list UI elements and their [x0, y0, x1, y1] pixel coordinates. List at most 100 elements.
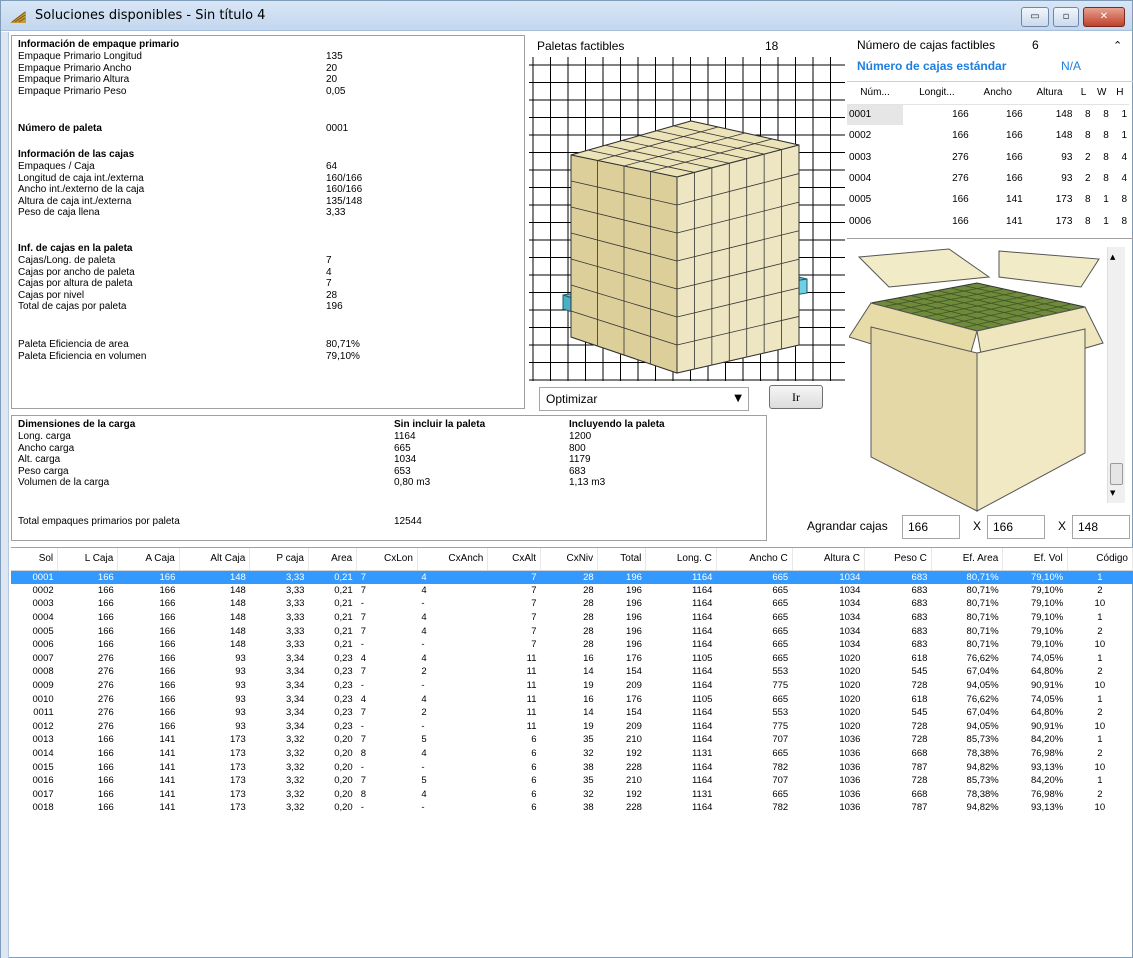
cases-row[interactable]: 0004 276 166 93 2 8 4 [847, 168, 1129, 189]
solution-cell: 10 [1094, 720, 1106, 732]
solutions-col-header[interactable]: Peso C [864, 548, 932, 571]
optimize-select[interactable]: Optimizar ▼ [539, 387, 749, 411]
cases-row[interactable]: 0003 276 166 93 2 8 4 [847, 147, 1129, 168]
solution-row[interactable]: 0016 166 141 173 3,32 0,20 7 5 6 35 210 1164 707 1036… [11, 774, 1133, 788]
solution-row[interactable]: 0012 276 166 93 3,34 0,23- -11 19 209 1164 775 1020… [11, 720, 1133, 734]
solution-cell: 3,34 [285, 652, 305, 664]
pallet-number-value: 0001 [326, 123, 349, 134]
solution-cell: 2 [1097, 788, 1103, 800]
solutions-col-header[interactable]: CxAnch [417, 548, 489, 571]
solution-row[interactable]: 0013 166 141 173 3,32 0,20 7 5 6 35 210 1164 707 1036… [11, 733, 1133, 747]
cases-col-header[interactable]: W [1092, 82, 1111, 105]
cases-col-header[interactable]: H [1110, 82, 1129, 105]
cases-row[interactable]: 0002 166 166 148 8 8 1 [847, 125, 1129, 146]
cases-col-header[interactable]: Núm... [847, 82, 904, 105]
solutions-col-header[interactable]: CxNiv [540, 548, 599, 571]
solutions-col-header[interactable]: Ef. Area [931, 548, 1004, 571]
cases-list: Núm... Longit... Ancho Altura L W H 0001 166 166… [847, 81, 1133, 239]
solution-row[interactable]: 0018 166 141 173 3,32 0,20- -6 38 228 1164 782 1036… [11, 801, 1133, 815]
scroll-thumb[interactable] [1110, 463, 1123, 485]
solution-cell: 196 [626, 598, 642, 610]
solution-row[interactable]: 0014 166 141 173 3,32 0,20 8 4 6 32 192 1131 665 1036… [11, 747, 1133, 761]
solution-cell: 3,32 [285, 761, 305, 773]
solutions-col-header[interactable]: Long. C [645, 548, 717, 571]
info-value: 20 [326, 62, 338, 74]
go-button[interactable]: Ir [769, 385, 823, 409]
solution-row[interactable]: 0003 166 166 148 3,33 0,21- -7 28 196 1164 665 1034… [11, 597, 1133, 611]
solution-row[interactable]: 0015 166 141 173 3,32 0,20- -6 38 228 1164 782 1036… [11, 760, 1133, 774]
solution-cell: 6 [531, 761, 537, 773]
info-label: Ancho int./externo de la caja [18, 184, 145, 195]
solution-cell: 0,20 [334, 734, 353, 746]
solution-cell: 166 [97, 788, 114, 800]
solutions-col-header[interactable]: A Caja [117, 548, 180, 571]
load-value-without: 0,80 m3 [394, 477, 431, 488]
load-dimensions-panel: Dimensiones de la carga Sin incluir la p… [11, 415, 767, 541]
solution-row[interactable]: 0002 166 166 148 3,33 0,21 7 4 7 28 196 1164 665 1034… [11, 584, 1133, 598]
solution-cell: 2 [421, 666, 427, 678]
solution-cell: 0007 [32, 652, 54, 664]
cases-col-header[interactable]: L [1074, 82, 1093, 105]
solution-cell: 16 [583, 693, 594, 705]
solution-cell: 545 [911, 666, 928, 678]
solutions-col-header[interactable]: Alt Caja [179, 548, 251, 571]
solution-cell: 0017 [32, 788, 54, 800]
cases-row[interactable]: 0005 166 141 173 8 1 8 [847, 189, 1129, 210]
solutions-col-header[interactable]: Altura C [792, 548, 865, 571]
solution-cell: 775 [772, 720, 789, 732]
solution-cell: 0,20 [334, 775, 353, 787]
solutions-col-header[interactable]: CxAlt [487, 548, 542, 571]
scroll-down-icon[interactable]: ▼ [1110, 489, 1115, 497]
solution-cell: 148 [229, 625, 246, 637]
solution-row[interactable]: 0011 276 166 93 3,34 0,23 7 2 11 14 154 1164 553 1020… [11, 706, 1133, 720]
solution-cell: 1034 [839, 625, 861, 637]
solution-row[interactable]: 0009 276 166 93 3,34 0,23- -11 19 209 1164 775 1020… [11, 679, 1133, 693]
cases-cell: 8 [1121, 215, 1127, 227]
solutions-col-header[interactable]: CxLon [356, 548, 418, 571]
solution-cell: 173 [229, 734, 246, 746]
enlarge-length-input[interactable]: 166 [902, 515, 960, 539]
scroll-up-icon[interactable]: ▲ [1110, 253, 1115, 261]
preview-scrollbar[interactable]: ▲ ▼ [1107, 247, 1125, 503]
info-label: Paleta Eficiencia de area [18, 339, 129, 350]
solution-row[interactable]: 0017 166 141 173 3,32 0,20 8 4 6 32 192 1131 665 1036… [11, 788, 1133, 802]
cases-row[interactable]: 0006 166 141 173 8 1 8 [847, 210, 1129, 231]
info-value: 20 [326, 74, 338, 85]
solution-cell: 141 [159, 788, 176, 800]
cases-cell: 8 [1103, 151, 1109, 163]
solutions-col-header[interactable]: Total [597, 548, 647, 571]
info-value: 28 [326, 289, 338, 301]
info-value: 0,05 [326, 85, 346, 97]
info-value: 135 [326, 51, 343, 62]
solution-cell: 154 [626, 707, 642, 719]
collapse-icon[interactable]: ⌃ [1113, 39, 1122, 52]
cases-col-header[interactable]: Ancho [970, 82, 1025, 105]
cases-col-header[interactable]: Longit... [903, 82, 971, 105]
solutions-col-header[interactable]: Area [308, 548, 358, 571]
cases-col-header[interactable]: Altura [1024, 82, 1075, 105]
solutions-col-header[interactable]: L Caja [57, 548, 119, 571]
solutions-col-header[interactable]: Ef. Vol [1002, 548, 1068, 571]
solution-row[interactable]: 0008 276 166 93 3,34 0,23 7 2 11 14 154 1164 553 1020… [11, 665, 1133, 679]
solution-cell: 80,71% [966, 584, 999, 596]
solutions-col-header[interactable]: Código [1067, 548, 1133, 571]
solution-cell: 1020 [839, 680, 861, 692]
solution-row[interactable]: 0010 276 166 93 3,34 0,23 4 4 11 16 176 1105 665 1020… [11, 692, 1133, 706]
solution-row[interactable]: 0006 166 166 148 3,33 0,21- -7 28 196 1164 665 1034… [11, 638, 1133, 652]
solution-row[interactable]: 0007 276 166 93 3,34 0,23 4 4 11 16 176 1105 665 1020… [11, 652, 1133, 666]
solution-row[interactable]: 0001 166 166 148 3,33 0,21 7 4 7 28 196 1164 665 1034… [11, 570, 1133, 584]
solution-cell: 1164 [691, 666, 713, 678]
close-button[interactable]: ✕ [1083, 7, 1125, 27]
solutions-col-header[interactable]: Sol [11, 548, 59, 571]
enlarge-height-input[interactable]: 148 [1072, 515, 1130, 539]
solution-row[interactable]: 0005 166 166 148 3,33 0,21 7 4 7 28 196 1164 665 1034… [11, 624, 1133, 638]
solution-row[interactable]: 0004 166 166 148 3,33 0,21 7 4 7 28 196 1164 665 1034… [11, 611, 1133, 625]
minimize-button[interactable]: ▭ [1021, 7, 1049, 27]
maximize-button[interactable]: ▫ [1053, 7, 1079, 27]
solution-cell: 94,82% [966, 761, 999, 773]
enlarge-width-input[interactable]: 166 [987, 515, 1045, 539]
solutions-col-header[interactable]: Ancho C [716, 548, 793, 571]
solution-cell: 545 [911, 707, 928, 719]
cases-row[interactable]: 0001 166 166 148 8 8 1 [847, 104, 1129, 126]
solutions-col-header[interactable]: P caja [249, 548, 309, 571]
